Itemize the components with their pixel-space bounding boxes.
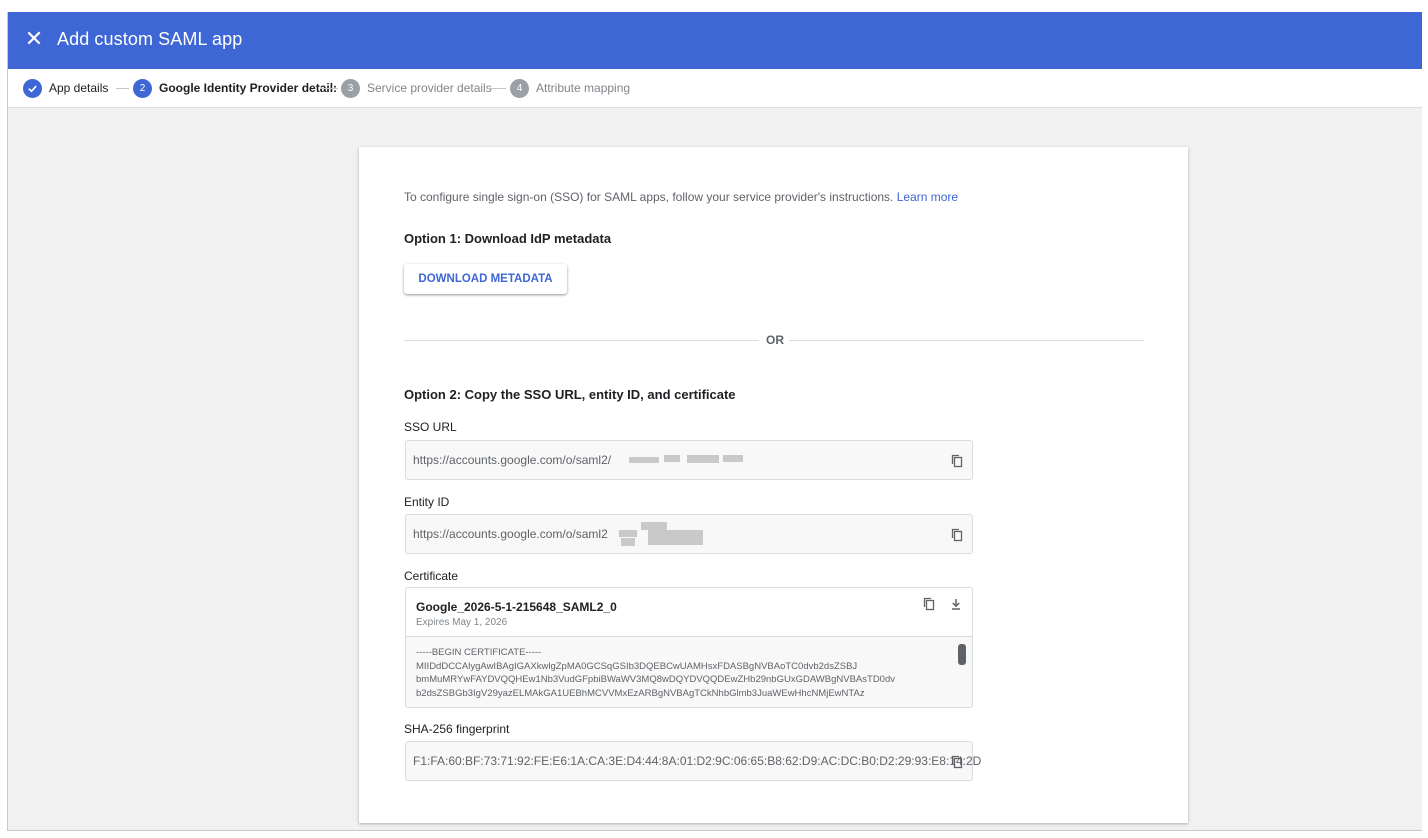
entity-id-label: Entity ID bbox=[404, 495, 450, 509]
sso-url-field: https://accounts.google.com/o/saml2/ bbox=[405, 440, 973, 480]
redacted-text bbox=[648, 530, 703, 545]
redacted-text bbox=[629, 457, 659, 463]
idp-details-card: To configure single sign-on (SSO) for SA… bbox=[359, 147, 1188, 823]
download-metadata-button[interactable]: DOWNLOAD METADATA bbox=[404, 264, 567, 294]
step-connector bbox=[320, 88, 338, 89]
learn-more-link[interactable]: Learn more bbox=[897, 190, 958, 204]
redacted-text bbox=[641, 522, 667, 530]
copy-icon[interactable] bbox=[949, 527, 965, 543]
or-separator: OR bbox=[766, 333, 784, 347]
sso-url-value: https://accounts.google.com/o/saml2/ bbox=[413, 453, 612, 467]
entity-id-value: https://accounts.google.com/o/saml2 bbox=[413, 527, 608, 541]
step-label: Attribute mapping bbox=[536, 81, 631, 95]
redacted-text bbox=[687, 455, 719, 463]
step-connector bbox=[116, 88, 129, 89]
option1-title: Option 1: Download IdP metadata bbox=[404, 231, 612, 246]
certificate-expiry: Expires May 1, 2026 bbox=[416, 617, 508, 628]
scrollbar-thumb[interactable] bbox=[958, 644, 966, 665]
copy-icon[interactable] bbox=[949, 453, 965, 469]
certificate-header: Google_2026-5-1-215648_SAML2_0 Expires M… bbox=[406, 588, 972, 637]
redacted-text bbox=[664, 455, 680, 462]
close-icon[interactable]: ✕ bbox=[22, 27, 46, 51]
intro-text: To configure single sign-on (SSO) for SA… bbox=[404, 190, 959, 204]
step-label: Google Identity Provider detail: bbox=[159, 81, 338, 95]
step-number: 4 bbox=[510, 78, 529, 98]
copy-icon[interactable] bbox=[949, 754, 965, 770]
copy-icon[interactable] bbox=[921, 596, 937, 612]
sso-url-label: SSO URL bbox=[404, 420, 457, 434]
entity-id-field: https://accounts.google.com/o/saml2 bbox=[405, 514, 973, 554]
option2-title: Option 2: Copy the SSO URL, entity ID, a… bbox=[404, 387, 736, 402]
step-label: App details bbox=[49, 81, 109, 95]
download-icon[interactable] bbox=[948, 596, 964, 612]
fingerprint-field: F1:FA:60:BF:73:71:92:FE:E6:1A:CA:3E:D4:4… bbox=[405, 741, 981, 781]
redacted-text bbox=[723, 455, 743, 462]
step-attribute-mapping[interactable]: 4 Attribute mapping bbox=[510, 78, 630, 98]
step-connector bbox=[488, 88, 506, 89]
app-window: ✕ Add custom SAML app App details 2 Goog… bbox=[7, 12, 1422, 831]
certificate-text: -----BEGIN CERTIFICATE----- MIIDdDCCAlyg… bbox=[416, 647, 895, 699]
step-number: 3 bbox=[341, 78, 360, 98]
divider bbox=[404, 340, 759, 341]
fingerprint-label: SHA-256 fingerprint bbox=[404, 722, 510, 736]
step-app-details[interactable]: App details bbox=[23, 78, 108, 98]
step-idp-details[interactable]: 2 Google Identity Provider detail: bbox=[133, 78, 337, 98]
header-bar: ✕ Add custom SAML app bbox=[8, 12, 1422, 69]
check-icon bbox=[23, 78, 42, 98]
redacted-text bbox=[619, 530, 637, 537]
certificate-name: Google_2026-5-1-215648_SAML2_0 bbox=[416, 600, 617, 614]
step-label: Service provider details bbox=[367, 81, 492, 95]
step-number: 2 bbox=[133, 78, 152, 98]
fingerprint-value: F1:FA:60:BF:73:71:92:FE:E6:1A:CA:3E:D4:4… bbox=[413, 754, 982, 768]
divider bbox=[789, 340, 1144, 341]
stepper: App details 2 Google Identity Provider d… bbox=[8, 69, 1422, 108]
certificate-box: Google_2026-5-1-215648_SAML2_0 Expires M… bbox=[405, 587, 973, 708]
redacted-text bbox=[621, 538, 635, 546]
certificate-label: Certificate bbox=[404, 569, 459, 583]
page-title: Add custom SAML app bbox=[57, 29, 243, 49]
step-service-provider[interactable]: 3 Service provider details bbox=[341, 78, 492, 98]
